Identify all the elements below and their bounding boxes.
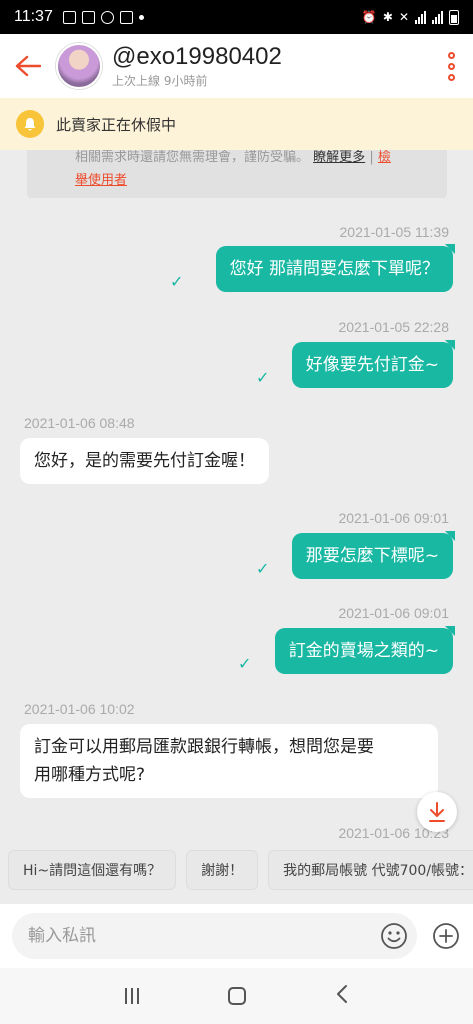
home-icon[interactable] (228, 987, 247, 1005)
message-timestamp: 2021-01-05 11:39 (339, 224, 450, 240)
user-info[interactable]: @exo19980402 上次上線 9小時前 (112, 42, 429, 89)
quick-reply-button[interactable]: Hi~請問這個還有嗎？ (8, 850, 177, 890)
recent-apps-icon[interactable] (124, 988, 139, 1004)
message-bubble-outgoing[interactable]: 您好 那請問要怎麼下單呢？ (215, 246, 453, 292)
message-bubble-incoming[interactable]: 訂金可以用郵局匯款跟銀行轉帳，想問您是要 用哪種方式呢? (20, 724, 438, 798)
message-input[interactable] (28, 926, 379, 946)
report-user-link[interactable]: 舉使用者 (75, 173, 127, 188)
username: @exo19980402 (112, 42, 282, 70)
learn-more-link[interactable]: 瞭解更多 (313, 150, 365, 165)
bell-icon (16, 110, 44, 138)
quick-replies: Hi~請問這個還有嗎？ 謝謝！ 我的郵局帳號 代號700/帳號： (0, 850, 473, 900)
message-timestamp: 2021-01-06 10:02 (24, 701, 135, 717)
system-icons: ⏰ ✱ ✕ (361, 9, 459, 25)
status-time: 11:37 (14, 8, 53, 25)
notice-text: 相關需求時還請您無需理會，謹防受騙。 (75, 150, 310, 165)
emoji-icon[interactable] (379, 921, 409, 951)
message-bubble-outgoing[interactable]: 好像要先付訂金~ (291, 342, 453, 388)
notice-separator: | (369, 150, 374, 165)
avatar[interactable] (56, 43, 102, 89)
back-nav-icon[interactable] (336, 984, 348, 1008)
signal-icon-2 (432, 10, 443, 24)
notification-icons (62, 10, 144, 24)
read-check-icon: ✓ (256, 368, 270, 387)
spotify-icon (100, 10, 114, 24)
gallery-icon (62, 10, 76, 24)
back-arrow-icon[interactable] (0, 34, 56, 98)
quick-reply-button[interactable]: 我的郵局帳號 代號700/帳號： (268, 850, 473, 890)
last-seen: 上次上線 9小時前 (112, 73, 208, 88)
message-bubble-incoming[interactable]: 您好，是的需要先付訂金喔！ (20, 438, 269, 484)
message-bubble-outgoing[interactable]: 訂金的賣場之類的~ (274, 628, 453, 674)
message-timestamp: 2021-01-05 22:28 (338, 319, 449, 335)
more-options-icon[interactable] (429, 34, 473, 98)
message-text-line: 訂金可以用郵局匯款跟銀行轉帳，想問您是要 (34, 737, 374, 757)
signal-icon (415, 10, 426, 24)
message-input-bar (0, 904, 473, 968)
mute-icon: ✕ (398, 10, 409, 24)
read-check-icon: ✓ (170, 272, 184, 291)
message-text-line: 用哪種方式呢? (34, 765, 146, 785)
read-check-icon: ✓ (256, 559, 270, 578)
report-user-link-part1[interactable]: 檢 (378, 150, 391, 165)
alarm-icon: ⏰ (361, 10, 377, 24)
message-timestamp: 2021-01-06 09:01 (338, 605, 449, 621)
message-timestamp: 2021-01-06 09:01 (338, 510, 449, 526)
bluetooth-icon: ✱ (382, 10, 393, 24)
message-input-container (12, 913, 417, 959)
chat-area[interactable]: 相關需求時還請您無需理會，謹防受騙。 瞭解更多 | 檢 舉使用者 2021-01… (0, 150, 473, 840)
safety-notice: 相關需求時還請您無需理會，謹防受騙。 瞭解更多 | 檢 舉使用者 (27, 150, 447, 198)
read-check-icon: ✓ (238, 654, 252, 673)
more-notifications-icon (138, 14, 144, 20)
add-attachment-icon[interactable] (431, 921, 461, 951)
mail-icon (81, 10, 95, 24)
banner-text: 此賣家正在休假中 (56, 115, 177, 134)
message-bubble-outgoing[interactable]: 那要怎麼下標呢~ (291, 533, 453, 579)
status-bar: 11:37 ⏰ ✱ ✕ (0, 0, 473, 34)
message-timestamp: 2021-01-06 08:48 (24, 415, 135, 431)
quick-reply-button[interactable]: 謝謝！ (186, 850, 259, 890)
check-icon (119, 10, 133, 24)
vacation-banner: 此賣家正在休假中 (0, 98, 473, 150)
battery-icon (449, 9, 459, 25)
system-nav-bar (0, 968, 473, 1024)
chat-header: @exo19980402 上次上線 9小時前 (0, 34, 473, 98)
download-arrow-icon (429, 802, 445, 822)
scroll-to-bottom-button[interactable] (417, 792, 457, 832)
